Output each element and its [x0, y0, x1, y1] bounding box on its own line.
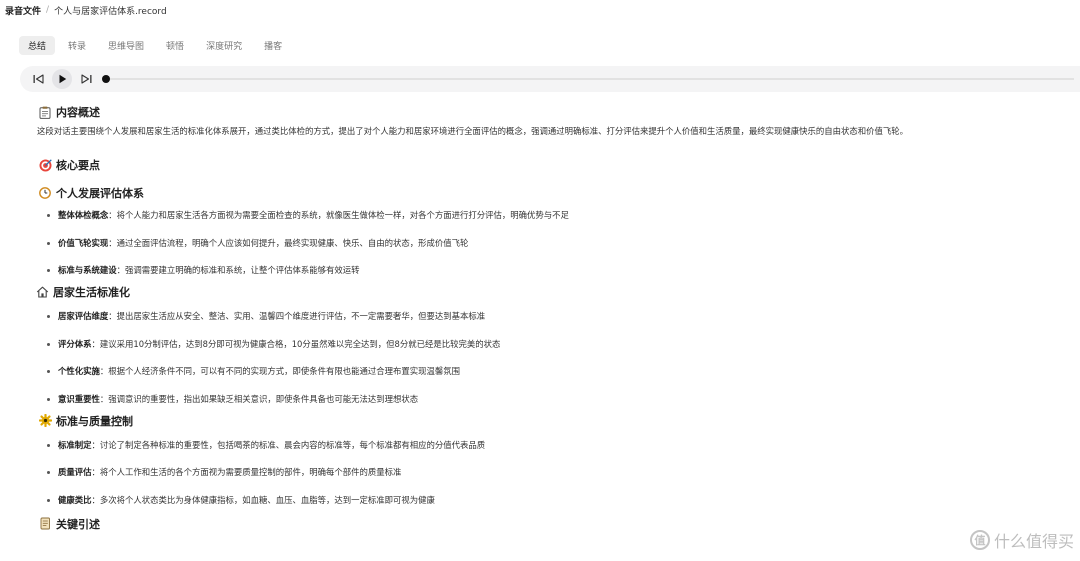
item-text: 将个人工作和生活的各个方面视为需要质量控制的部件，明确每个部件的质量标准	[99, 467, 402, 477]
item-term: 质量评估	[58, 467, 92, 477]
item-term: 评分体系	[58, 338, 92, 349]
progress-thumb[interactable]	[102, 75, 110, 83]
breadcrumb-separator: /	[46, 5, 50, 15]
list-item: 质量评估：将个人工作和生活的各个方面视为需要质量控制的部件，明确每个部件的质量标…	[38, 466, 1080, 494]
watermark-logo: 值	[969, 530, 990, 550]
item-term: 个性化实施	[58, 366, 100, 376]
skip-forward-button[interactable]	[77, 70, 95, 88]
play-button[interactable]	[52, 69, 72, 89]
list-item: 评分体系：建议采用10分制评估，达到8分即可视为健康合格，10分虽然难以完全达到…	[38, 338, 1080, 366]
bullet-list: 标准制定：讨论了制定各种标准的重要性，包括喝茶的标准、晨会内容的标准等，每个标准…	[38, 439, 1080, 514]
bullet-list: 居家评估维度：提出居家生活应从安全、整洁、实用、温馨四个维度进行评估，不一定需要…	[38, 310, 1080, 413]
item-text: 强调需要建立明确的标准和系统，让整个评估体系能够有效运转	[125, 265, 360, 275]
section-heading: 居家生活标准化	[35, 284, 1080, 300]
audio-player	[20, 66, 1080, 92]
summary-content: 内容概述 这段对话主要围绕个人发展和居家生活的标准化体系展开，通过类比体检的方式…	[35, 104, 1080, 532]
item-term: 意识重要性	[58, 393, 100, 404]
section-title: 居家生活标准化	[53, 286, 130, 299]
breadcrumb-current: 个人与居家评估体系.record	[54, 6, 167, 17]
skip-back-icon	[33, 74, 44, 84]
item-term: 价值飞轮实现	[58, 237, 109, 248]
item-text: 提出居家生活应从安全、整洁、实用、温馨四个维度进行评估，不一定需要奢华，但要达到…	[116, 311, 486, 321]
item-text: 强调意识的重要性，指出如果缺乏相关意识，即使条件具备也可能无法达到理想状态	[108, 393, 419, 404]
watermark-text: 什么值得买	[993, 532, 1074, 551]
tab-podcast[interactable]: 播客	[255, 36, 291, 55]
tab-mindmap[interactable]: 思维导图	[99, 36, 153, 55]
target-icon	[38, 158, 52, 172]
section-heading: 标准与质量控制	[38, 413, 1080, 429]
house-icon	[35, 285, 49, 299]
tab-deep-research[interactable]: 深度研究	[197, 36, 251, 55]
quotes-heading: 关键引述	[38, 516, 1080, 532]
item-term: 健康类比	[58, 494, 92, 505]
item-text: 多次将个人状态类比为身体健康指标，如血糖、血压、血脂等，达到一定标准即可视为健康	[99, 494, 435, 505]
scroll-icon	[38, 517, 52, 531]
play-icon	[59, 74, 66, 84]
bullet-list: 整体体检概念：将个人能力和居家生活各方面视为需要全面检查的系统，就像医生做体检一…	[38, 209, 1080, 284]
list-item: 整体体检概念：将个人能力和居家生活各方面视为需要全面检查的系统，就像医生做体检一…	[38, 209, 1080, 237]
item-text: 通过全面评估流程，明确个人应该如何提升，最终实现健康、快乐、自由的状态，形成价值…	[116, 237, 469, 248]
list-item: 居家评估维度：提出居家生活应从安全、整洁、实用、温馨四个维度进行评估，不一定需要…	[38, 310, 1080, 338]
breadcrumb: 录音文件 / 个人与居家评估体系.record	[5, 3, 167, 17]
overview-title: 内容概述	[56, 106, 100, 119]
tab-bar: 总结 转录 思维导图 顿悟 深度研究 播客	[19, 35, 295, 55]
list-item: 个性化实施：根据个人经济条件不同，可以有不同的实现方式，即使条件有限也能通过合理…	[38, 365, 1080, 393]
tab-summary[interactable]: 总结	[19, 35, 56, 55]
tab-transcript[interactable]: 转录	[59, 36, 95, 55]
breadcrumb-root[interactable]: 录音文件	[5, 4, 41, 17]
item-term: 整体体检概念	[58, 210, 109, 220]
watermark: 值 什么值得买	[969, 528, 1074, 552]
item-term: 标准与系统建设	[58, 265, 117, 275]
section-heading: 个人发展评估体系	[38, 185, 1080, 201]
skip-forward-icon	[80, 74, 91, 84]
list-item: 标准与系统建设：强调需要建立明确的标准和系统，让整个评估体系能够有效运转	[38, 264, 1080, 284]
overview-heading: 内容概述	[38, 104, 1080, 120]
list-item: 标准制定：讨论了制定各种标准的重要性，包括喝茶的标准、晨会内容的标准等，每个标准…	[38, 439, 1080, 467]
section-title: 个人发展评估体系	[56, 187, 144, 200]
clock-icon	[38, 186, 52, 200]
overview-text: 这段对话主要围绕个人发展和居家生活的标准化体系展开，通过类比体检的方式，提出了对…	[37, 126, 908, 136]
item-term: 标准制定	[58, 439, 92, 450]
item-term: 居家评估维度	[58, 311, 109, 321]
progress-track[interactable]	[102, 75, 1074, 83]
skip-back-button[interactable]	[29, 70, 47, 88]
list-item: 健康类比：多次将个人状态类比为身体健康指标，如血糖、血压、血脂等，达到一定标准即…	[38, 494, 1080, 514]
clipboard-icon	[38, 105, 52, 119]
key-points-title: 核心要点	[56, 159, 100, 172]
item-text: 根据个人经济条件不同，可以有不同的实现方式，即使条件有限也能通过合理布置实现温馨…	[108, 366, 460, 376]
section-title: 标准与质量控制	[56, 414, 133, 428]
tab-insights[interactable]: 顿悟	[157, 36, 193, 55]
list-item: 价值飞轮实现：通过全面评估流程，明确个人应该如何提升，最终实现健康、快乐、自由的…	[38, 237, 1080, 265]
quotes-title: 关键引述	[56, 517, 100, 531]
item-text: 讨论了制定各种标准的重要性，包括喝茶的标准、晨会内容的标准等，每个标准都有相应的…	[99, 439, 486, 450]
key-points-heading: 核心要点	[38, 157, 1080, 173]
item-text: 建议采用10分制评估，达到8分即可视为健康合格，10分虽然难以完全达到，但8分就…	[99, 338, 501, 349]
item-text: 将个人能力和居家生活各方面视为需要全面检查的系统，就像医生做体检一样，对各个方面…	[116, 210, 569, 220]
gear-icon	[38, 414, 52, 428]
list-item: 意识重要性：强调意识的重要性，指出如果缺乏相关意识，即使条件具备也可能无法达到理…	[38, 393, 1080, 413]
